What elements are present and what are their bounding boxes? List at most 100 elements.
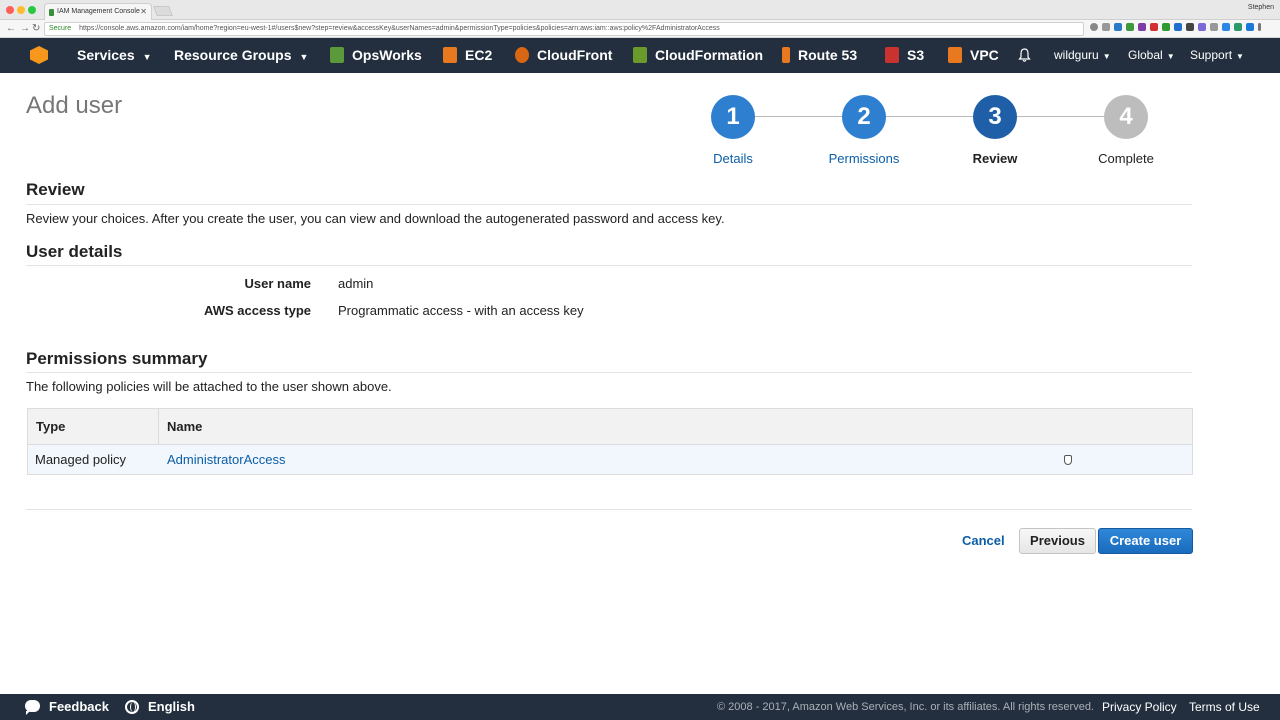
vpc-shortcut[interactable]: VPC [948, 38, 999, 73]
cloudfront-icon [515, 47, 529, 63]
s3-shortcut[interactable]: S3 [885, 38, 924, 73]
policy-name-link[interactable]: AdministratorAccess [167, 445, 285, 474]
browser-toolbar: ← → ↻ Secure https://console.aws.amazon.… [0, 20, 1280, 38]
step-number: 3 [973, 95, 1017, 139]
create-user-button[interactable]: Create user [1098, 528, 1193, 554]
user-name-value: admin [338, 276, 374, 291]
cancel-button[interactable]: Cancel [962, 532, 1005, 550]
step-details[interactable]: 1 Details [683, 95, 783, 166]
extension-icon[interactable] [1198, 23, 1206, 31]
browser-tab[interactable]: IAM Management Console ✕ [44, 3, 152, 20]
cloudformation-shortcut[interactable]: CloudFormation [633, 38, 763, 73]
menu-icon[interactable] [1258, 23, 1261, 31]
chevron-down-icon: ▼ [1166, 52, 1175, 61]
divider [26, 265, 1192, 266]
opsworks-shortcut[interactable]: OpsWorks [330, 38, 422, 73]
step-number: 2 [842, 95, 886, 139]
divider [26, 372, 1192, 373]
region-label: Global [1128, 48, 1163, 62]
chevron-down-icon: ▼ [299, 52, 309, 62]
route53-icon [782, 47, 790, 63]
chevron-down-icon: ▼ [1236, 52, 1244, 61]
browser-tab-bar: IAM Management Console ✕ Stephen [0, 0, 1280, 20]
bell-icon[interactable] [1018, 48, 1031, 62]
chevron-down-icon: ▼ [142, 52, 152, 62]
step-permissions[interactable]: 2 Permissions [814, 95, 914, 166]
divider [26, 204, 1192, 205]
minimize-window-icon[interactable] [17, 6, 25, 14]
extension-icon[interactable] [1138, 23, 1146, 31]
services-menu[interactable]: Services ▼ [77, 38, 152, 73]
services-label: Services [77, 47, 135, 63]
forward-icon[interactable]: → [20, 21, 30, 37]
page-title: Add user [26, 92, 123, 119]
permissions-summary-heading: Permissions summary [26, 349, 208, 368]
privacy-policy-link[interactable]: Privacy Policy [1102, 694, 1177, 720]
pointer-cursor-icon [1064, 455, 1072, 465]
resource-groups-label: Resource Groups [174, 47, 292, 63]
extension-icon[interactable] [1186, 23, 1194, 31]
previous-button[interactable]: Previous [1019, 528, 1096, 554]
extension-icon[interactable] [1162, 23, 1170, 31]
permissions-description: The following policies will be attached … [26, 379, 392, 394]
cloudformation-icon [633, 47, 647, 63]
address-bar[interactable]: Secure https://console.aws.amazon.com/ia… [44, 22, 1084, 36]
table-row: Managed policy AdministratorAccess [28, 445, 1192, 474]
globe-icon [125, 700, 139, 714]
reload-icon[interactable]: ↻ [32, 21, 40, 37]
copyright-text: © 2008 - 2017, Amazon Web Services, Inc.… [717, 701, 1094, 713]
extension-icon[interactable] [1126, 23, 1134, 31]
new-tab-button[interactable] [153, 6, 173, 16]
tab-close-icon[interactable]: ✕ [140, 4, 147, 20]
cloudfront-shortcut[interactable]: CloudFront [515, 38, 612, 73]
extension-icon[interactable] [1246, 23, 1254, 31]
divider [26, 509, 1192, 510]
account-label: wildguru [1054, 48, 1099, 62]
s3-label: S3 [907, 47, 925, 63]
route53-shortcut[interactable]: Route 53 [782, 38, 857, 73]
language-selector[interactable]: English [148, 694, 195, 720]
support-label: Support [1190, 48, 1233, 62]
vpc-icon [948, 47, 962, 63]
extension-icon[interactable] [1114, 23, 1122, 31]
table-header: Type Name [28, 409, 1192, 445]
feedback-link[interactable]: Feedback [49, 694, 109, 720]
cloudformation-label: CloudFormation [655, 47, 764, 63]
region-menu[interactable]: Global ▼ [1128, 38, 1175, 73]
url-text: https://console.aws.amazon.com/iam/home?… [79, 25, 720, 32]
console-footer: Feedback English © 2008 - 2017, Amazon W… [0, 694, 1280, 720]
feedback-bubble-icon [25, 700, 40, 715]
account-menu[interactable]: wildguru ▼ [1054, 38, 1111, 73]
cloudfront-label: CloudFront [537, 47, 613, 63]
profile-name[interactable]: Stephen [1248, 4, 1274, 11]
tab-title: IAM Management Console [57, 8, 140, 15]
aws-nav-bar: Services ▼ Resource Groups ▼ OpsWorks EC2 … [0, 38, 1280, 73]
user-details-heading: User details [26, 242, 123, 261]
close-window-icon[interactable] [6, 6, 14, 14]
extension-icon[interactable] [1174, 23, 1182, 31]
back-icon[interactable]: ← [6, 21, 16, 37]
maximize-window-icon[interactable] [28, 6, 36, 14]
resource-groups-menu[interactable]: Resource Groups ▼ [174, 38, 308, 73]
aws-logo-icon[interactable] [30, 46, 48, 64]
terms-of-use-link[interactable]: Terms of Use [1189, 694, 1260, 720]
opsworks-label: OpsWorks [352, 47, 422, 63]
zoom-icon[interactable] [1090, 23, 1098, 31]
tab-favicon-icon [49, 9, 54, 16]
extension-icon[interactable] [1222, 23, 1230, 31]
extension-icon[interactable] [1150, 23, 1158, 31]
ec2-shortcut[interactable]: EC2 [443, 38, 492, 73]
extension-icons [1090, 23, 1261, 31]
column-header-name: Name [167, 419, 203, 434]
extension-icon[interactable] [1234, 23, 1242, 31]
step-label: Review [972, 151, 1018, 166]
support-menu[interactable]: Support ▼ [1190, 38, 1244, 73]
step-label: Complete [1098, 151, 1154, 166]
ec2-label: EC2 [465, 47, 493, 63]
vpc-label: VPC [970, 47, 999, 63]
ec2-icon [443, 47, 457, 63]
step-review: 3 Review [945, 95, 1045, 166]
bookmark-star-icon[interactable] [1102, 23, 1110, 31]
step-number: 4 [1104, 95, 1148, 139]
extension-icon[interactable] [1210, 23, 1218, 31]
